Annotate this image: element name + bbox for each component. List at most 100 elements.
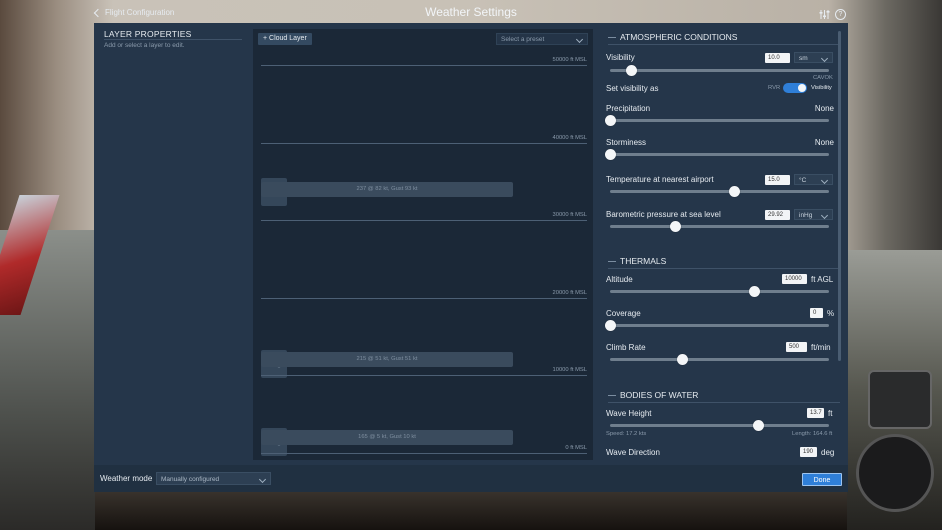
thermal-altitude-label: Altitude [606,275,633,284]
weather-mode-select[interactable]: Manually configured [156,472,271,485]
pressure-unit: inHg [799,212,813,219]
wave-height-slider[interactable] [610,420,829,431]
visibility-label: Visibility [606,53,635,62]
gauge [856,434,934,512]
divider [608,44,840,45]
wave-length: Length: 164.6 ft [792,431,833,437]
thermal-altitude-unit: ft AGL [811,275,834,284]
chevron-down-icon [820,211,829,220]
divider [608,402,840,403]
slider-knob[interactable] [626,65,638,76]
altitude-line [261,453,587,454]
wave-direction-label: Wave Direction [606,448,660,457]
preset-placeholder: Select a preset [501,36,545,43]
section-thermals: THERMALS [608,256,666,266]
preset-select[interactable]: Select a preset [496,33,588,45]
storminess-label: Storminess [606,138,647,147]
temperature-slider[interactable] [610,186,829,197]
weather-mode-value: Manually configured [161,476,220,483]
visibility-mode-toggle[interactable] [783,83,807,93]
help-icon[interactable]: ? [835,9,846,20]
slider-knob[interactable] [604,115,616,126]
visibility-mode-label: Set visibility as [606,84,659,93]
precipitation-value: None [814,104,834,113]
storminess-slider[interactable] [604,149,829,160]
pressure-label: Barometric pressure at sea level [606,210,721,219]
wind-layer[interactable]: 237 @ 82 kt, Gust 93 kt [261,182,513,197]
footer-bar: Weather mode Manually configured Done [94,465,848,492]
visibility-unit: sm [799,55,808,62]
section-title: BODIES OF WATER [620,390,699,400]
done-button[interactable]: Done [802,473,842,486]
pressure-slider[interactable] [610,221,829,232]
cavok-marker: CAVOK [813,75,833,81]
section-atmospheric: ATMOSPHERIC CONDITIONS [608,32,737,42]
layer-properties-panel: LAYER PROPERTIES Add or select a layer t… [94,23,252,465]
altitude-label: 20000 ft MSL [552,290,587,296]
rvr-label: RVR [768,85,781,91]
chevron-down-icon [258,475,267,484]
wave-direction-unit: deg [821,448,835,457]
coverage-label: Coverage [606,309,641,318]
visibility-unit-select[interactable]: sm [794,52,833,63]
storminess-value: None [814,138,834,147]
slider-knob[interactable] [604,320,616,331]
coverage-unit: % [827,309,835,318]
wave-speed: Speed: 17.2 kts [606,431,647,437]
precipitation-label: Precipitation [606,104,651,113]
section-water: BODIES OF WATER [608,390,698,400]
thermal-altitude-input[interactable]: 10000 [782,274,807,284]
temperature-unit-select[interactable]: °C [794,174,833,185]
temperature-input[interactable]: 15.0 [765,175,790,185]
altitude-line [261,65,587,66]
divider [608,268,840,269]
temperature-unit: °C [799,177,807,184]
altitude-label: 10000 ft MSL [552,367,587,373]
layers-panel: + Cloud Layer Select a preset 50000 ft M… [253,29,593,460]
altitude-label: 0 ft MSL [565,445,587,451]
instrument-panel [95,490,847,530]
coverage-slider[interactable] [604,320,829,331]
precipitation-slider[interactable] [604,115,829,126]
add-cloud-layer-button[interactable]: + Cloud Layer [258,33,312,45]
chevron-down-icon [820,176,829,185]
toggle-knob [798,84,806,92]
settings-scrollbar[interactable] [838,31,841,361]
weather-mode-label: Weather mode [100,474,153,483]
visibility-slider[interactable] [610,65,829,76]
climb-rate-input[interactable]: 500 [786,342,807,352]
sliders-icon[interactable] [819,9,830,20]
altitude-line [261,143,587,144]
slider-knob[interactable] [676,354,688,365]
climb-rate-unit: ft/min [811,343,831,352]
temperature-label: Temperature at nearest airport [606,175,714,184]
wave-direction-input[interactable]: 190 [800,447,817,457]
slider-knob[interactable] [729,186,741,197]
slider-knob[interactable] [749,286,761,297]
layer-properties-hint: Add or select a layer to edit. [104,42,185,49]
pressure-input[interactable]: 29.92 [765,210,790,220]
slider-knob[interactable] [604,149,616,160]
top-bar: Flight Configuration Weather Settings ? [0,0,942,24]
slider-knob[interactable] [670,221,682,232]
visibility-input[interactable]: 10.0 [765,53,790,63]
chevron-down-icon [820,54,829,63]
section-title: ATMOSPHERIC CONDITIONS [620,32,738,42]
page-title: Weather Settings [425,5,517,19]
wave-height-input[interactable]: 13.7 [807,408,824,418]
section-title: THERMALS [620,256,667,266]
thermal-altitude-slider[interactable] [610,286,829,297]
wave-height-label: Wave Height [606,409,652,418]
climb-rate-slider[interactable] [610,354,829,365]
settings-panel: ATMOSPHERIC CONDITIONS Visibility 10.0 s… [594,23,848,465]
wind-layer[interactable]: 215 @ 51 kt, Gust 51 kt [261,352,513,367]
altitude-line [261,298,587,299]
layer-properties-title: LAYER PROPERTIES [104,29,192,39]
wind-layer[interactable]: 165 @ 5 kt, Gust 10 kt [261,430,513,445]
coverage-input[interactable]: 0 [810,308,823,318]
wave-height-unit: ft [828,409,833,418]
altitude-label: 40000 ft MSL [552,135,587,141]
altitude-line [261,375,587,376]
slider-knob[interactable] [753,420,765,431]
pressure-unit-select[interactable]: inHg [794,209,833,220]
